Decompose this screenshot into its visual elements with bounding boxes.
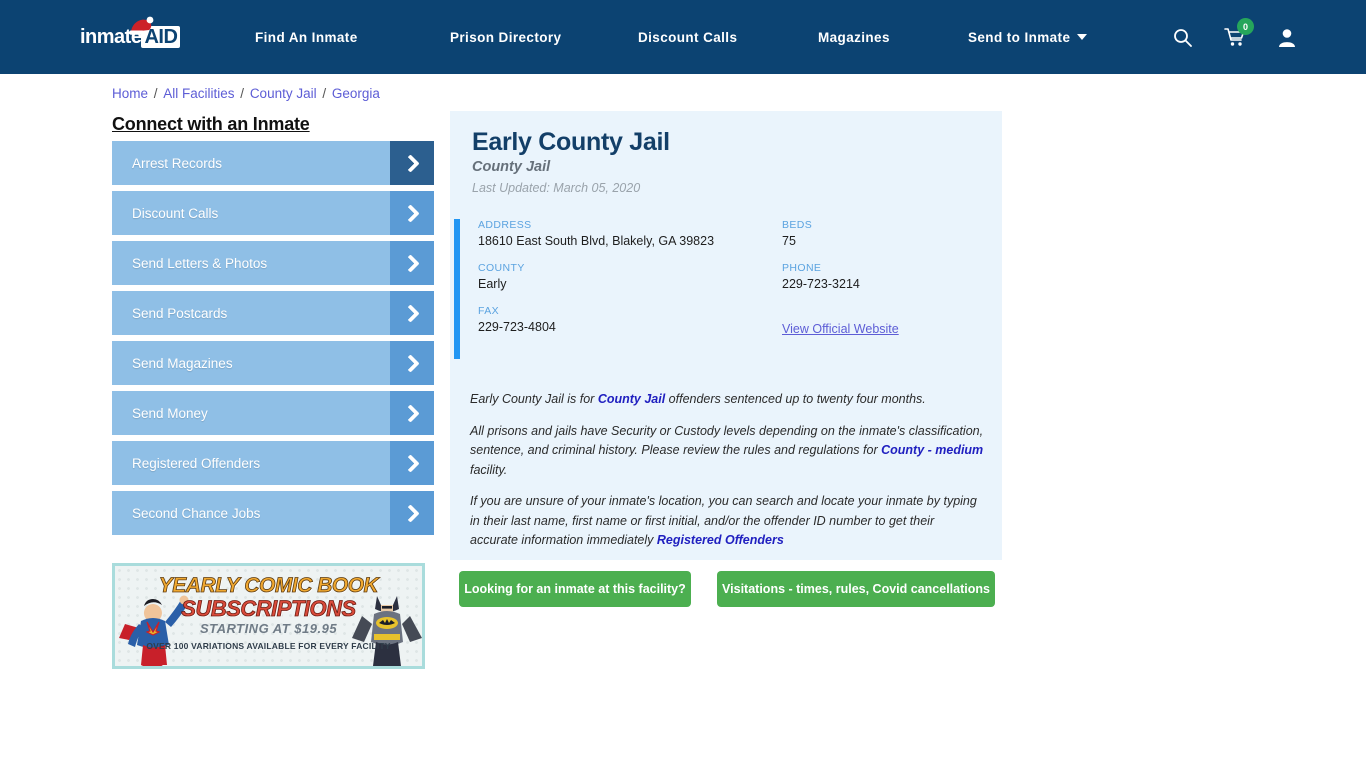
description-paragraph-2: All prisons and jails have Security or C…	[470, 422, 985, 481]
detail-value: Early	[478, 277, 507, 291]
logo-text-accent: AID	[141, 26, 181, 48]
chevron-right-icon	[390, 391, 434, 435]
nav-label: Send to Inmate	[968, 29, 1071, 45]
detail-address: ADDRESS 18610 East South Blvd, Blakely, …	[478, 219, 758, 248]
facility-details: ADDRESS 18610 East South Blvd, Blakely, …	[454, 219, 1002, 359]
facility-description: Early County Jail is for County Jail off…	[470, 390, 985, 563]
detail-label: FAX	[478, 305, 500, 317]
detail-value: 229-723-4804	[478, 320, 556, 334]
breadcrumb-separator: /	[236, 86, 248, 101]
facility-last-updated: Last Updated: March 05, 2020	[472, 181, 641, 195]
visitations-button[interactable]: Visitations - times, rules, Covid cancel…	[717, 571, 995, 607]
sidebar-item-arrest-records[interactable]: Arrest Records	[112, 141, 434, 185]
cart-count-badge: 0	[1237, 18, 1254, 35]
nav-prison-directory[interactable]: Prison Directory	[450, 30, 638, 45]
detail-label: PHONE	[782, 262, 822, 274]
ad-headline-2: SUBSCRIPTIONS	[181, 596, 357, 622]
sidebar-item-send-letters-photos[interactable]: Send Letters & Photos	[112, 241, 434, 285]
sidebar-item-send-magazines[interactable]: Send Magazines	[112, 341, 434, 385]
search-icon[interactable]	[1173, 28, 1192, 47]
sidebar-title: Connect with an Inmate	[112, 114, 310, 134]
sidebar-item-label: Arrest Records	[132, 155, 223, 171]
detail-label-spacer	[782, 305, 1062, 317]
chevron-right-icon	[390, 441, 434, 485]
sidebar-item-second-chance-jobs[interactable]: Second Chance Jobs	[112, 491, 434, 535]
chevron-right-icon	[390, 141, 434, 185]
description-paragraph-3: If you are unsure of your inmate's locat…	[470, 492, 985, 551]
nav-label: Find An Inmate	[255, 29, 358, 45]
details-column-right: BEDS 75 PHONE 229-723-3214 View Official…	[782, 219, 1062, 352]
p1-link-county-jail[interactable]: County Jail	[598, 392, 665, 406]
chevron-right-icon	[390, 291, 434, 335]
detail-value: 18610 East South Blvd, Blakely, GA 39823	[478, 234, 715, 248]
logo-text-primary: inmate	[80, 26, 142, 48]
description-paragraph-1: Early County Jail is for County Jail off…	[470, 390, 985, 410]
detail-label: COUNTY	[478, 262, 525, 274]
sidebar-item-send-postcards[interactable]: Send Postcards	[112, 291, 434, 335]
detail-label: ADDRESS	[478, 219, 532, 231]
comic-book-subscription-ad[interactable]: YEARLY COMIC BOOK SUBSCRIPTIONS STARTING…	[112, 563, 425, 669]
chevron-right-icon	[390, 191, 434, 235]
breadcrumb-item-county-jail[interactable]: County Jail	[250, 86, 317, 101]
nav-send-to-inmate[interactable]: Send to Inmate	[968, 30, 1108, 45]
sidebar-item-send-money[interactable]: Send Money	[112, 391, 434, 435]
chevron-down-icon	[1077, 34, 1088, 40]
p1-text-b: offenders sentenced up to twenty four mo…	[665, 392, 926, 406]
sidebar-item-label: Registered Offenders	[132, 455, 261, 471]
p2-text-b: facility.	[470, 462, 508, 477]
sidebar-item-label: Send Magazines	[132, 355, 233, 371]
chevron-right-icon	[390, 491, 434, 535]
sidebar-item-label: Send Money	[132, 405, 208, 421]
header-icon-group: 0	[1173, 0, 1296, 74]
detail-phone: PHONE 229-723-3214	[782, 262, 1062, 291]
ad-headline-1: YEARLY COMIC BOOK	[158, 574, 379, 598]
page-title: Early County Jail	[472, 128, 670, 156]
breadcrumb-separator: /	[318, 86, 330, 101]
nav-label: Magazines	[818, 29, 890, 45]
chevron-right-icon	[390, 241, 434, 285]
details-column-left: ADDRESS 18610 East South Blvd, Blakely, …	[478, 219, 758, 348]
detail-value: 229-723-3214	[782, 277, 860, 291]
p2-link-county-medium[interactable]: County - medium	[881, 443, 983, 457]
nav-label: Discount Calls	[638, 29, 738, 45]
facility-type: County Jail	[472, 159, 551, 175]
site-header: inmate AID Find An Inmate Prison Director…	[0, 0, 1366, 74]
accent-bar	[454, 219, 460, 359]
breadcrumb: Home / All Facilities / County Jail / Ge…	[112, 86, 380, 101]
nav-magazines[interactable]: Magazines	[818, 30, 968, 45]
ad-subtext: OVER 100 VARIATIONS AVAILABLE FOR EVERY …	[146, 641, 391, 651]
p3-link-registered-offenders[interactable]: Registered Offenders	[657, 533, 784, 547]
sidebar-item-label: Second Chance Jobs	[132, 505, 261, 521]
inmate-search-button[interactable]: Looking for an inmate at this facility?	[459, 571, 691, 607]
sidebar-item-label: Send Postcards	[132, 305, 228, 321]
nav-label: Prison Directory	[450, 29, 562, 45]
p1-text-a: Early County Jail is for	[470, 392, 598, 406]
nav-discount-calls[interactable]: Discount Calls	[638, 30, 818, 45]
nav-find-an-inmate[interactable]: Find An Inmate	[255, 30, 450, 45]
sidebar-menu: Arrest Records Discount Calls Send Lette…	[112, 141, 434, 541]
site-logo[interactable]: inmate AID	[80, 16, 190, 52]
ad-price-text: STARTING AT $19.95	[199, 621, 338, 636]
breadcrumb-separator: /	[150, 86, 162, 101]
detail-fax: FAX 229-723-4804	[478, 305, 758, 334]
breadcrumb-item-georgia[interactable]: Georgia	[332, 86, 380, 101]
user-account-icon[interactable]	[1278, 28, 1296, 47]
detail-value: 75	[782, 234, 796, 248]
view-official-website-link[interactable]: View Official Website	[782, 322, 899, 336]
detail-beds: BEDS 75	[782, 219, 1062, 248]
sidebar-item-label: Discount Calls	[132, 205, 219, 221]
detail-website: View Official Website	[782, 305, 1062, 338]
sidebar-item-label: Send Letters & Photos	[132, 255, 268, 271]
main-navigation: Find An Inmate Prison Directory Discount…	[255, 0, 1108, 74]
shopping-cart-icon[interactable]: 0	[1224, 18, 1254, 47]
detail-label: BEDS	[782, 219, 813, 231]
breadcrumb-item-all-facilities[interactable]: All Facilities	[163, 86, 234, 101]
sidebar-item-discount-calls[interactable]: Discount Calls	[112, 191, 434, 235]
breadcrumb-item-home[interactable]: Home	[112, 86, 148, 101]
chevron-right-icon	[390, 341, 434, 385]
sidebar-item-registered-offenders[interactable]: Registered Offenders	[112, 441, 434, 485]
detail-county: COUNTY Early	[478, 262, 758, 291]
